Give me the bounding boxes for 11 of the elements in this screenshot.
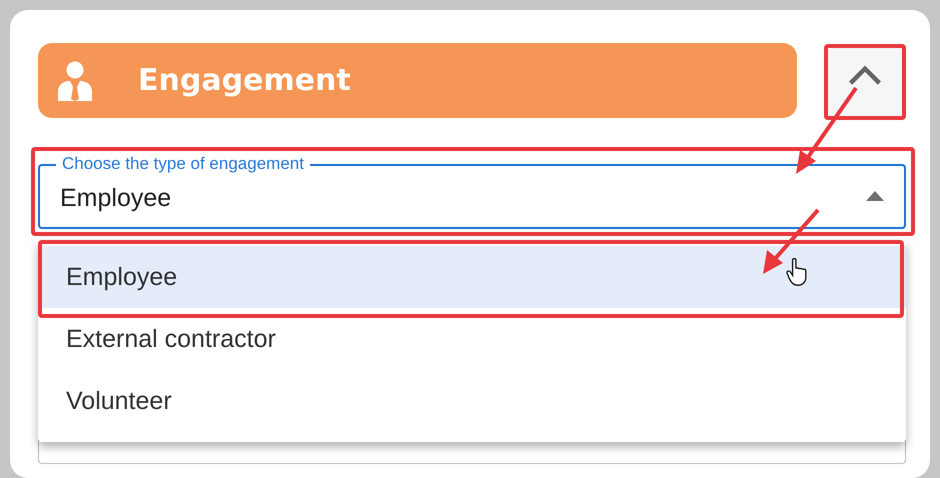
select-field[interactable]: Choose the type of engagement Employee (38, 153, 906, 229)
menu-option[interactable]: Volunteer (38, 370, 906, 432)
menu-option[interactable]: External contractor (38, 308, 906, 370)
hand-cursor-icon (786, 257, 808, 287)
annotation-arrow (763, 208, 820, 274)
caret-icon (866, 191, 884, 201)
field-value: Employee (60, 184, 172, 213)
person-icon (58, 60, 92, 100)
chevron-icon (846, 64, 882, 86)
field-label: Choose the type of engagement (56, 154, 310, 174)
section-title: Engagement (138, 63, 351, 98)
